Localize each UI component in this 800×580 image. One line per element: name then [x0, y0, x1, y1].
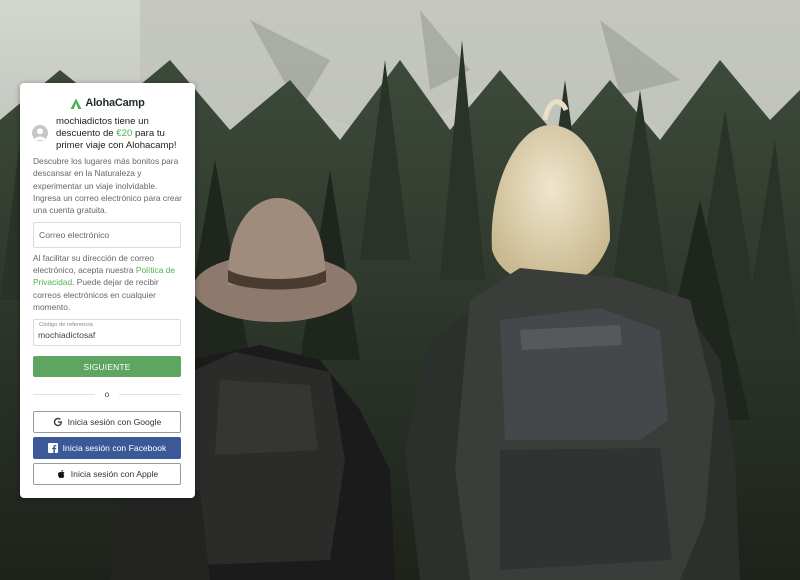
facebook-icon — [47, 443, 58, 453]
divider-line — [119, 394, 181, 395]
signup-description: Descubre los lugares más bonitos para de… — [33, 156, 182, 216]
facebook-login-label: Inicia sesión con Facebook — [62, 443, 167, 453]
brand-logo[interactable]: AlohaCamp — [20, 95, 195, 111]
promo-text: mochiadictos tiene un descuento de €20 p… — [56, 116, 177, 151]
next-button[interactable]: SIGUIENTE — [33, 356, 181, 377]
referral-code-input[interactable] — [38, 330, 176, 340]
tent-icon — [70, 97, 82, 109]
discount-amount: €20 — [116, 128, 133, 139]
privacy-notice: Al facilitar su dirección de correo elec… — [33, 253, 175, 312]
brand-name: AlohaCamp — [85, 97, 145, 109]
google-login-label: Inicia sesión con Google — [67, 417, 162, 427]
google-icon — [53, 417, 63, 427]
google-login-button[interactable]: Inicia sesión con Google — [33, 411, 181, 433]
or-divider: o — [33, 389, 181, 399]
apple-icon — [56, 469, 66, 479]
apple-login-label: Inicia sesión con Apple — [70, 469, 159, 479]
referral-code-field[interactable]: Código de referencia — [33, 319, 181, 346]
avatar — [32, 125, 48, 141]
apple-login-button[interactable]: Inicia sesión con Apple — [33, 463, 181, 485]
referral-code-label: Código de referencia — [39, 322, 93, 328]
facebook-login-button[interactable]: Inicia sesión con Facebook — [33, 437, 181, 459]
signup-card: AlohaCamp mochiadictos tiene un descuent… — [20, 83, 195, 498]
email-field[interactable] — [33, 222, 181, 248]
